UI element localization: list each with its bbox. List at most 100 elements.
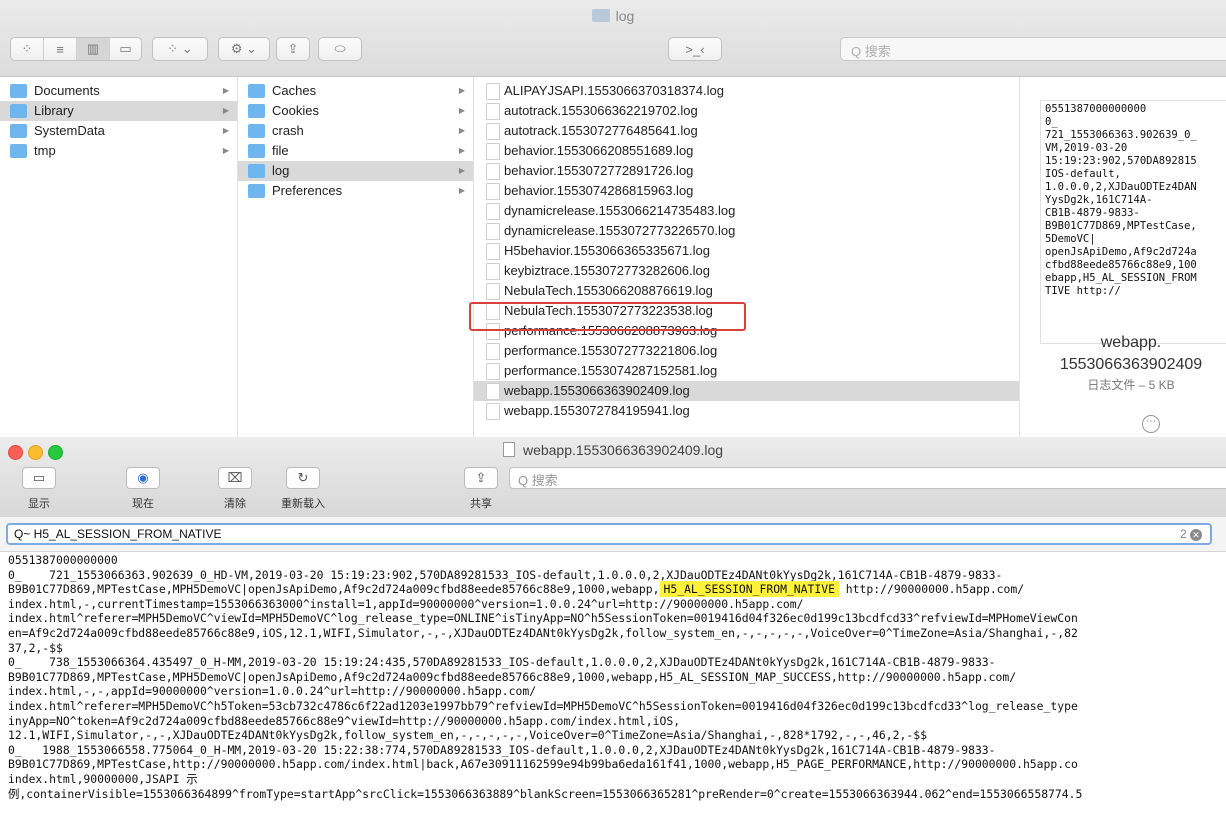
- file-item[interactable]: behavior.1553074286815963.log: [474, 181, 1019, 201]
- folder-item-crash[interactable]: crash ▶: [238, 121, 473, 141]
- file-item[interactable]: autotrack.1553066362219702.log: [474, 101, 1019, 121]
- folder-label: Caches: [272, 83, 317, 98]
- log-file-icon: [486, 103, 500, 120]
- file-item[interactable]: webapp.1553072784195941.log: [474, 401, 1019, 421]
- file-item[interactable]: performance.1553072773221806.log: [474, 341, 1019, 361]
- show-button[interactable]: ▭: [22, 467, 56, 489]
- folder-icon: [248, 124, 265, 138]
- more-icon[interactable]: ⋯: [1142, 415, 1160, 433]
- filter-bar: Q~ H5_AL_SESSION_FROM_NATIVE 2 ✕: [0, 517, 1226, 552]
- console-window: webapp.1553066363902409.log ▭ 显示 ◉ 现在 ⌧ …: [0, 437, 1226, 818]
- log-line: inyApp=NO^token=Af9c2d724a009cfbd88eede8…: [8, 713, 681, 728]
- tags-button[interactable]: ⬭: [318, 37, 362, 61]
- clear-filter-icon[interactable]: ✕: [1190, 529, 1203, 541]
- log-file-icon: [486, 263, 500, 280]
- folder-icon: [10, 124, 27, 138]
- share-icon: ⇪: [475, 470, 487, 485]
- show-label: 显示: [28, 498, 50, 510]
- file-name: performance.1553072773221806.log: [504, 343, 718, 358]
- search-match-highlight: H5_AL_SESSION_FROM_NATIVE: [659, 581, 839, 598]
- folder-item-preferences[interactable]: Preferences ▶: [238, 181, 473, 201]
- disclosure-arrow-icon: ▶: [222, 146, 229, 155]
- finder-search-input[interactable]: Q 搜索: [840, 37, 1226, 61]
- folder-item-cookies[interactable]: Cookies ▶: [238, 101, 473, 121]
- sidebar-item-library[interactable]: Library ▶: [0, 101, 237, 121]
- disclosure-arrow-icon: ▶: [222, 106, 229, 115]
- file-item[interactable]: dynamicrelease.1553066214735483.log: [474, 201, 1019, 221]
- action-button[interactable]: ⚙ ⌄: [218, 37, 270, 61]
- console-search-input[interactable]: Q 搜索: [509, 467, 1226, 489]
- file-name: dynamicrelease.1553072773226570.log: [504, 223, 736, 238]
- console-toolbar: webapp.1553066363902409.log ▭ 显示 ◉ 现在 ⌧ …: [0, 437, 1226, 518]
- disclosure-arrow-icon: ▶: [222, 126, 229, 135]
- file-item[interactable]: dynamicrelease.1553072773226570.log: [474, 221, 1019, 241]
- icon-view-icon[interactable]: ⁘: [11, 38, 43, 60]
- log-line: 12.1,WIFI,Simulator,-,-,XJDauODTEz4DANt0…: [8, 728, 927, 743]
- log-content: 0551387000000000 0_ 721_1553066363.902639…: [0, 551, 1226, 818]
- sidebar-item-systemdata[interactable]: SystemData ▶: [0, 121, 237, 141]
- column-view-icon[interactable]: ▥: [76, 38, 109, 60]
- log-file-icon: [486, 143, 500, 160]
- log-line: index.html^referer=MPH5DemoVC^viewId=MPH…: [8, 611, 1078, 626]
- folder-item-caches[interactable]: Caches ▶: [238, 81, 473, 101]
- folder-label: Cookies: [272, 103, 319, 118]
- list-view-icon[interactable]: ≡: [43, 38, 76, 60]
- folder-item-log[interactable]: log ▶: [238, 161, 473, 181]
- sidebar-item-tmp[interactable]: tmp ▶: [0, 141, 237, 161]
- log-file-icon: [486, 343, 500, 360]
- file-item[interactable]: webapp.1553066363902409.log: [474, 381, 1019, 401]
- file-name: performance.1553074287152581.log: [504, 363, 718, 378]
- group-by-button[interactable]: ⁘ ⌄: [152, 37, 208, 61]
- disclosure-arrow-icon: ▶: [458, 86, 465, 95]
- folder-icon: [248, 104, 265, 118]
- share-button[interactable]: ⇪: [276, 37, 310, 61]
- folder-label: file: [272, 143, 289, 158]
- preview-file-info: 日志文件 – 5 KB: [1087, 378, 1175, 392]
- file-item[interactable]: performance.1553074287152581.log: [474, 361, 1019, 381]
- log-file-icon: [486, 83, 500, 100]
- folder-icon: [10, 144, 27, 158]
- gallery-view-icon[interactable]: ▭: [109, 38, 141, 60]
- folder-label: tmp: [34, 143, 56, 158]
- log-file-icon: [486, 203, 500, 220]
- log-line: 0551387000000000: [8, 553, 118, 567]
- file-name: ALIPAYJSAPI.1553066370318374.log: [504, 83, 724, 98]
- share-icon: ⇪: [287, 41, 299, 56]
- column-2: Caches ▶ Cookies ▶ crash ▶ file ▶ log ▶ Prefe…: [238, 77, 474, 437]
- clear-icon: ⌧: [227, 470, 243, 485]
- now-icon: ◉: [137, 470, 149, 485]
- file-name: keybiztrace.1553072773282606.log: [504, 263, 711, 278]
- file-item[interactable]: NebulaTech.1553066208876619.log: [474, 281, 1019, 301]
- file-name: webapp.1553072784195941.log: [504, 403, 690, 418]
- share-button[interactable]: ⇪: [464, 467, 498, 489]
- disclosure-arrow-icon: ▶: [458, 186, 465, 195]
- filter-input[interactable]: Q~ H5_AL_SESSION_FROM_NATIVE: [6, 523, 1212, 545]
- sidebar-item-documents[interactable]: Documents ▶: [0, 81, 237, 101]
- log-file-icon: [486, 403, 500, 420]
- log-file-icon: [486, 123, 500, 140]
- log-line: en=Af9c2d724a009cfbd88eede85766c88e9,iOS…: [8, 625, 1078, 640]
- log-line: 0_ 1988_1553066558.775064_0_H-MM,2019-03…: [8, 742, 996, 757]
- clear-button[interactable]: ⌧: [218, 467, 252, 489]
- folder-item-file[interactable]: file ▶: [238, 141, 473, 161]
- console-title-text: webapp.1553066363902409.log: [522, 442, 724, 458]
- finder-window: log ⁘ ≡ ▥ ▭ ⁘ ⌄ ⚙ ⌄ ⇪ ⬭ >_‹ Q 搜索 Documen…: [0, 0, 1226, 437]
- file-item[interactable]: ALIPAYJSAPI.1553066370318374.log: [474, 81, 1019, 101]
- now-button[interactable]: ◉: [126, 467, 160, 489]
- file-item[interactable]: keybiztrace.1553072773282606.log: [474, 261, 1019, 281]
- file-item[interactable]: behavior.1553072772891726.log: [474, 161, 1019, 181]
- file-item[interactable]: autotrack.1553072776485641.log: [474, 121, 1019, 141]
- folder-icon: [248, 84, 265, 98]
- log-line: index.html^referer=MPH5DemoVC^h5Token=53…: [8, 698, 1078, 713]
- log-file-icon: [486, 163, 500, 180]
- document-icon: [502, 442, 515, 457]
- file-item[interactable]: H5behavior.1553066365335671.log: [474, 241, 1019, 261]
- file-name: behavior.1553066208551689.log: [504, 143, 694, 158]
- terminal-button[interactable]: >_‹: [668, 37, 722, 61]
- disclosure-arrow-icon: ▶: [458, 166, 465, 175]
- column-1: Documents ▶ Library ▶ SystemData ▶ tmp ▶: [0, 77, 238, 437]
- log-file-icon: [486, 383, 500, 400]
- reload-button[interactable]: ↻: [286, 467, 320, 489]
- file-item[interactable]: behavior.1553066208551689.log: [474, 141, 1019, 161]
- log-line: B9B01C77D869,MPTestCase,MPH5DemoVC|openJ…: [8, 581, 1025, 598]
